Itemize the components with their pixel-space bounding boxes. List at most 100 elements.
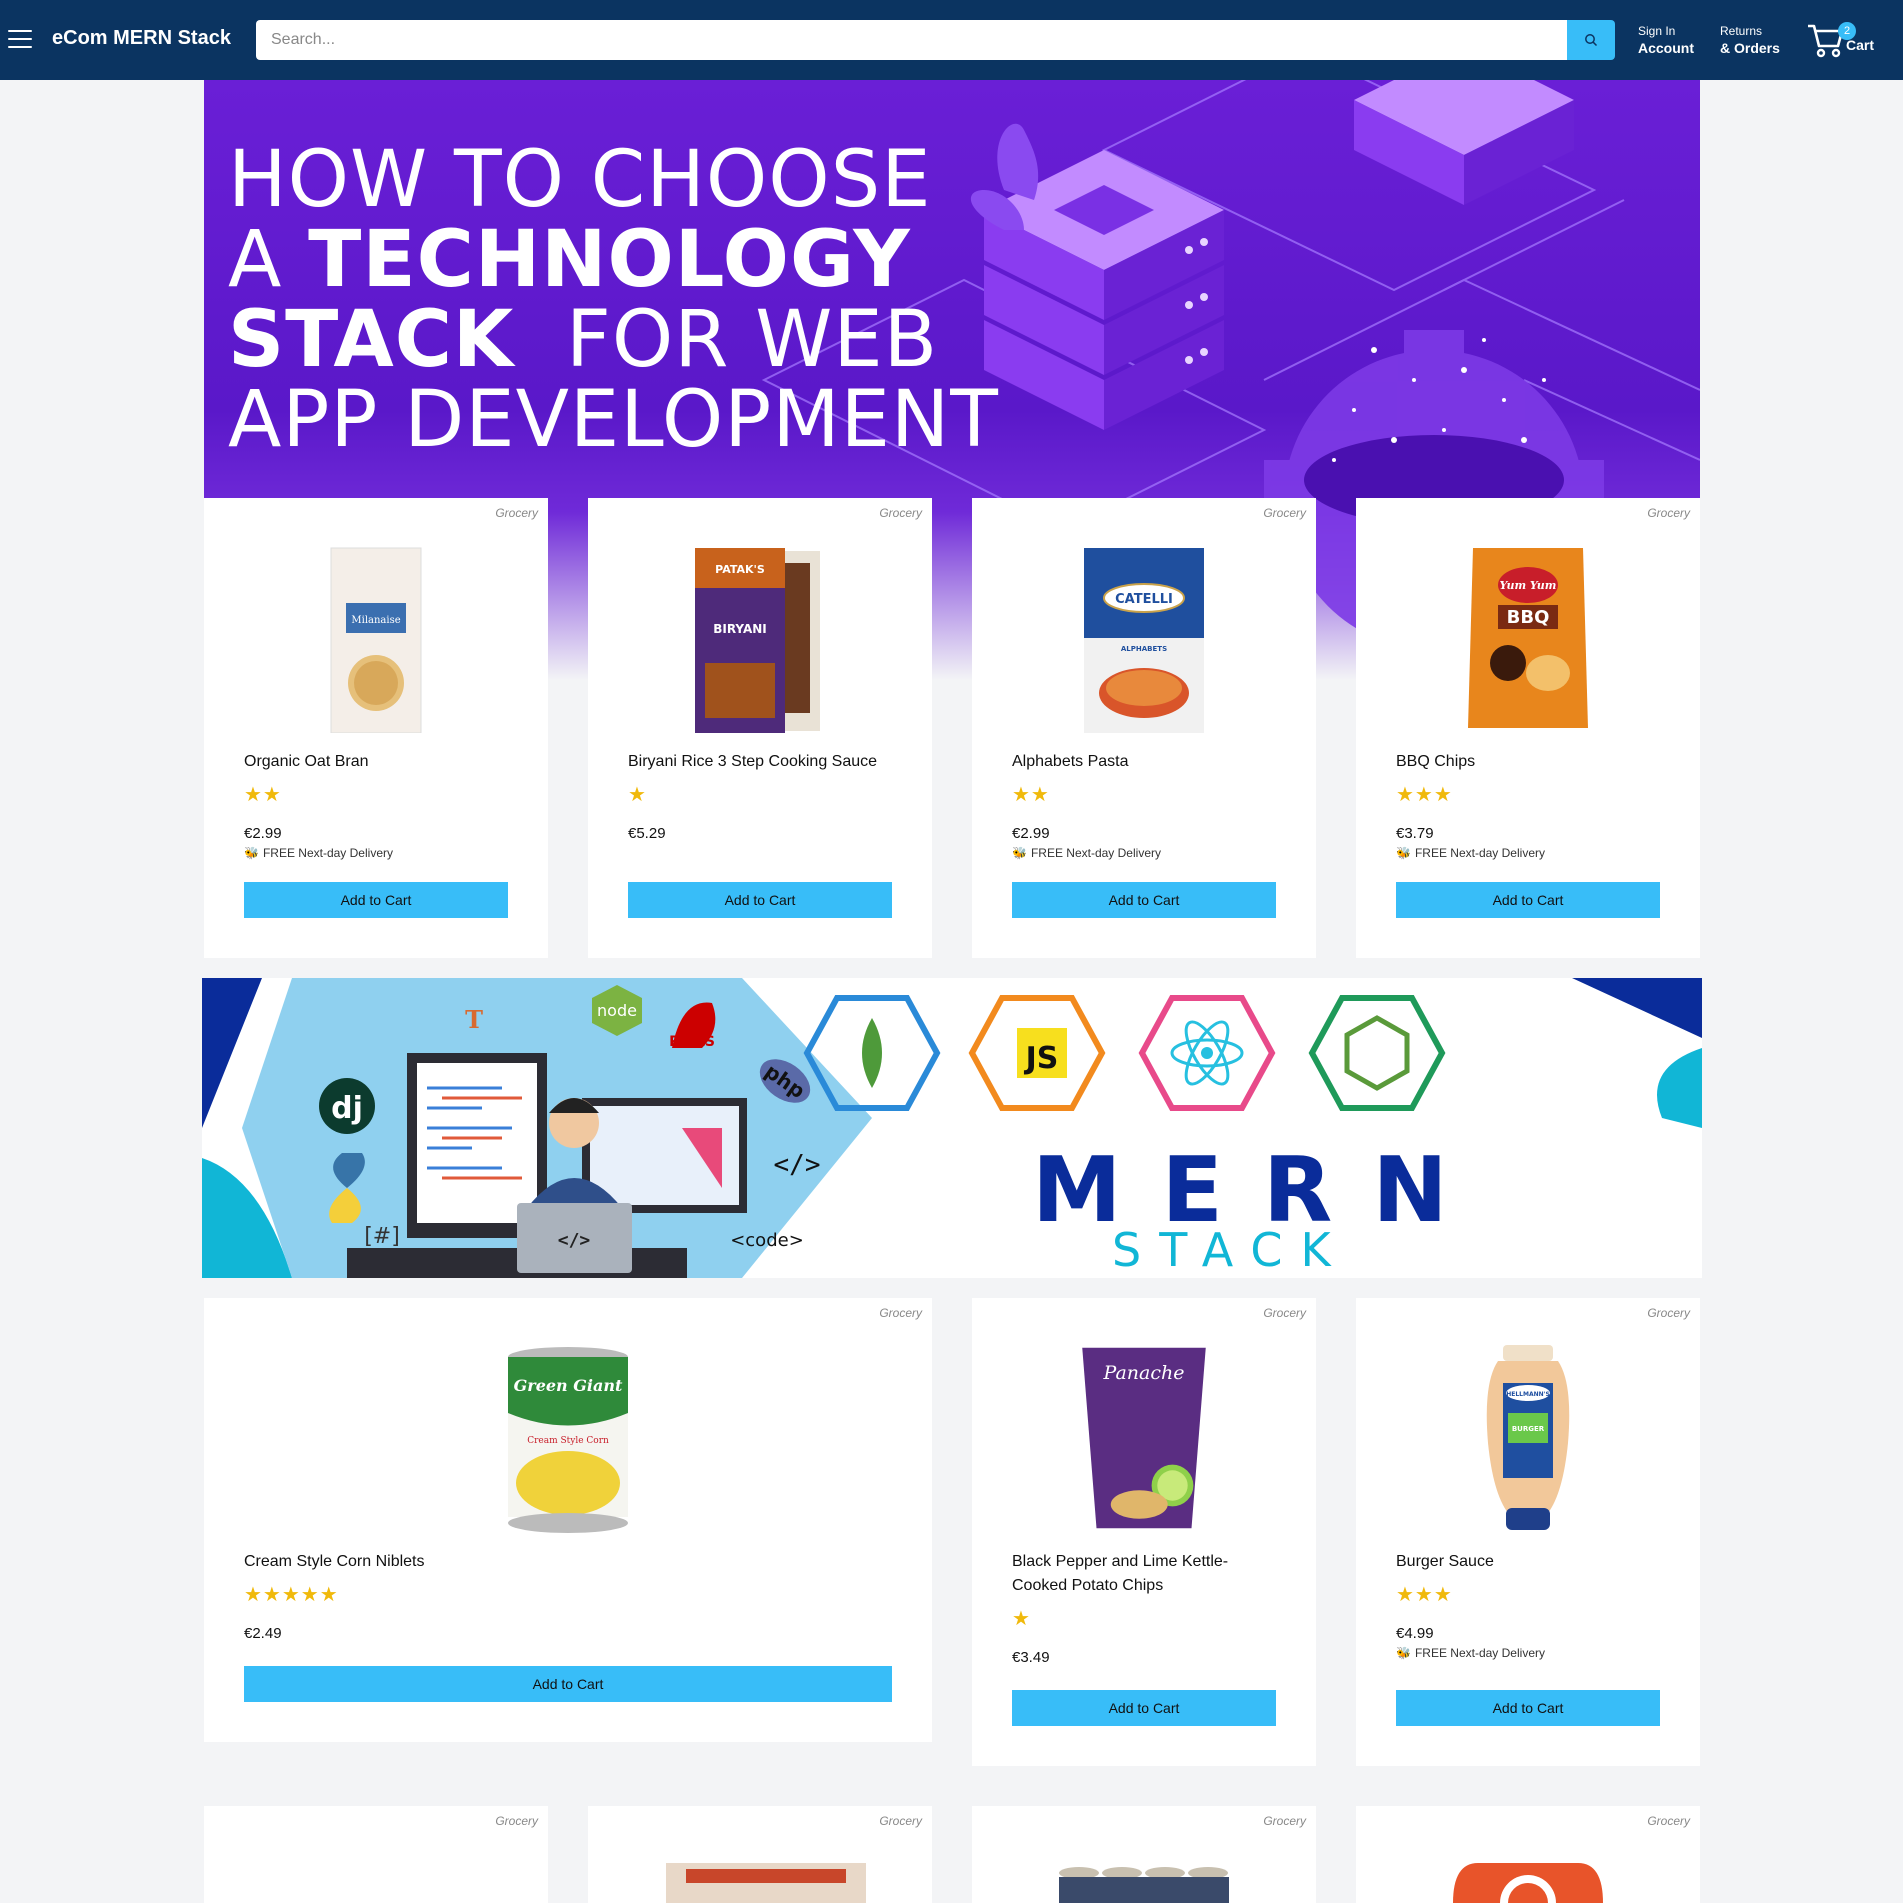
delivery-note: 🐝 FREE Next-day Delivery <box>1012 846 1161 860</box>
product-price: €2.99 <box>244 825 282 842</box>
product-brand: PATAK'S <box>715 563 765 576</box>
returns-orders-link[interactable]: Returns & Orders <box>1720 23 1780 57</box>
product-image[interactable]: Green Giant Cream Style Corn <box>503 1343 633 1533</box>
product-image[interactable]: Yum Yum BBQ <box>1463 543 1593 733</box>
delivery-note: 🐝 FREE Next-day Delivery <box>1396 1646 1545 1660</box>
product-card[interactable]: Grocery <box>1356 1806 1700 1903</box>
product-category: Grocery <box>1647 1814 1690 1828</box>
product-card[interactable]: Grocery Yum Yum BBQ BBQ Chips ★★★ €3.79 … <box>1356 498 1700 958</box>
product-price: €2.49 <box>244 1625 282 1642</box>
hero-headline: HOW TO CHOOSE A TECHNOLOGY STACK FOR WEB… <box>228 140 999 460</box>
product-name[interactable]: Black Pepper and Lime Kettle-Cooked Pota… <box>1012 1550 1276 1598</box>
rating-stars: ★★ <box>1012 784 1050 806</box>
delivery-note: 🐝 FREE Next-day Delivery <box>1396 846 1545 860</box>
product-category: Grocery <box>495 506 538 520</box>
product-card[interactable]: Grocery Panache Black Pepper and Lime Ke… <box>972 1298 1316 1766</box>
product-image[interactable] <box>1448 1863 1608 1903</box>
delivery-bee-icon: 🐝 <box>244 846 259 860</box>
product-category: Grocery <box>879 1306 922 1320</box>
search-input[interactable] <box>256 20 1567 60</box>
rating-stars: ★ <box>628 784 647 806</box>
hamburger-menu-icon[interactable] <box>8 30 32 50</box>
rating-stars: ★★★★★ <box>244 1584 339 1606</box>
add-to-cart-button[interactable]: Add to Cart <box>1012 1690 1276 1726</box>
product-name[interactable]: Alphabets Pasta <box>1012 750 1129 774</box>
product-image[interactable]: Panache <box>1069 1343 1219 1533</box>
product-word: BIRYANI <box>713 622 767 636</box>
hero-line-3a: STACK <box>228 295 515 385</box>
js-badge: JS <box>1024 1041 1059 1076</box>
product-category: Grocery <box>1647 1306 1690 1320</box>
product-name[interactable]: Biryani Rice 3 Step Cooking Sauce <box>628 750 877 774</box>
account-link[interactable]: Sign In Account <box>1638 23 1694 57</box>
add-to-cart-button[interactable]: Add to Cart <box>1396 1690 1660 1726</box>
product-card[interactable]: Grocery <box>204 1806 548 1903</box>
brand-logo[interactable]: eCom MERN Stack <box>52 27 231 50</box>
product-name[interactable]: Burger Sauce <box>1396 1550 1494 1574</box>
product-name[interactable]: BBQ Chips <box>1396 750 1475 774</box>
product-card[interactable]: Grocery <box>588 1806 932 1903</box>
search-button[interactable] <box>1567 20 1615 60</box>
add-to-cart-button[interactable]: Add to Cart <box>244 882 508 918</box>
add-to-cart-button[interactable]: Add to Cart <box>1396 882 1660 918</box>
returns-label: Returns <box>1720 24 1763 38</box>
top-nav-bar: eCom MERN Stack Sign In Account Returns … <box>0 0 1903 80</box>
product-card[interactable]: Grocery Milanaise Organic Oat Bran ★★ €2… <box>204 498 548 958</box>
product-category: Grocery <box>1647 506 1690 520</box>
product-price: €5.29 <box>628 825 666 842</box>
delivery-bee-icon: 🐝 <box>1396 846 1411 860</box>
node-badge: node <box>597 1001 637 1020</box>
product-word: ALPHABETS <box>1121 645 1167 653</box>
product-card[interactable]: Grocery HELLMANN'S BURGER Burger Sauce ★… <box>1356 1298 1700 1766</box>
product-image[interactable]: Milanaise <box>326 543 426 733</box>
search-icon <box>1585 34 1598 47</box>
rating-stars: ★★★ <box>1396 784 1453 806</box>
product-name[interactable]: Cream Style Corn Niblets <box>244 1550 425 1574</box>
product-card[interactable]: Grocery PATAK'S BIRYANI Biryani Rice 3 S… <box>588 498 932 958</box>
product-category: Grocery <box>1263 1306 1306 1320</box>
mern-stack-banner[interactable]: </> dj node RAILS php </> <code> [#] T J… <box>202 978 1702 1278</box>
product-category: Grocery <box>1263 1814 1306 1828</box>
rating-stars: ★ <box>1012 1608 1031 1630</box>
product-name[interactable]: Organic Oat Bran <box>244 750 369 774</box>
product-brand: Milanaise <box>351 615 400 626</box>
code-tag-2: <code> <box>730 1230 804 1251</box>
orders-label: & Orders <box>1720 40 1780 56</box>
laptop-code-text: </> <box>558 1230 591 1251</box>
product-image[interactable]: PATAK'S BIRYANI <box>690 543 830 733</box>
product-brand: Panache <box>1103 1362 1185 1384</box>
product-image[interactable] <box>1054 1863 1234 1903</box>
product-price: €3.49 <box>1012 1649 1050 1666</box>
product-card[interactable]: Grocery <box>972 1806 1316 1903</box>
hero-line-2a: A <box>228 215 283 305</box>
django-badge: dj <box>331 1091 363 1126</box>
rating-stars: ★★ <box>244 784 282 806</box>
code-tag-1: </> <box>774 1150 821 1180</box>
product-image[interactable]: HELLMANN'S BURGER <box>1478 1343 1578 1533</box>
hash-tag: [#] <box>364 1224 400 1249</box>
rating-stars: ★★★ <box>1396 1584 1453 1606</box>
product-card[interactable]: Grocery CATELLI ALPHABETS Alphabets Past… <box>972 498 1316 958</box>
account-label: Account <box>1638 40 1694 56</box>
product-category: Grocery <box>879 506 922 520</box>
product-price: €2.99 <box>1012 825 1050 842</box>
cart-button[interactable]: 2 Cart <box>1806 20 1878 60</box>
product-brand: Yum Yum <box>1500 579 1557 592</box>
hero-line-2b: TECHNOLOGY <box>308 215 911 305</box>
hero-line-1: HOW TO CHOOSE <box>228 135 932 225</box>
product-category: Grocery <box>1263 506 1306 520</box>
product-image[interactable]: CATELLI ALPHABETS <box>1079 543 1209 733</box>
product-brand: Green Giant <box>514 1376 623 1395</box>
product-card[interactable]: Grocery Green Giant Cream Style Corn Cre… <box>204 1298 932 1742</box>
product-word: BURGER <box>1512 1425 1545 1433</box>
product-price: €4.99 <box>1396 1625 1434 1642</box>
signin-label: Sign In <box>1638 24 1676 38</box>
add-to-cart-button[interactable]: Add to Cart <box>628 882 892 918</box>
add-to-cart-button[interactable]: Add to Cart <box>1012 882 1276 918</box>
add-to-cart-button[interactable]: Add to Cart <box>244 1666 892 1702</box>
delivery-bee-icon: 🐝 <box>1012 846 1027 860</box>
search-bar <box>256 20 1615 60</box>
product-brand: HELLMANN'S <box>1506 1391 1550 1398</box>
mern-subheading: STACK <box>1112 1223 1349 1277</box>
product-image[interactable] <box>666 1863 866 1903</box>
